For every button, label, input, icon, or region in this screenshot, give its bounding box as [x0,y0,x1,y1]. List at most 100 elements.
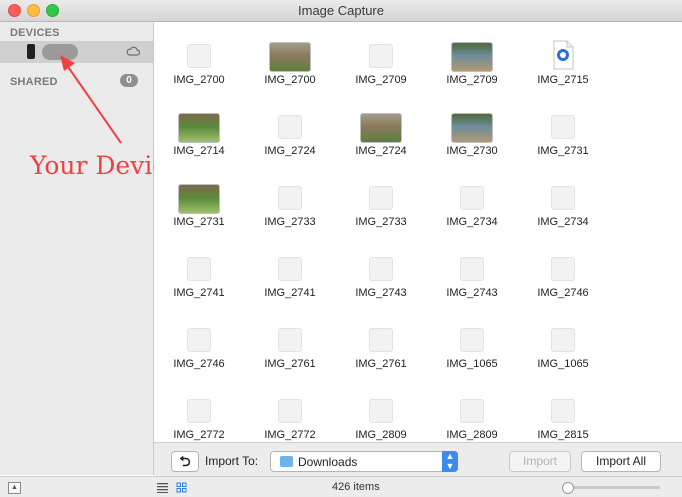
import-destination-select[interactable]: Downloads ▲ ▼ [270,451,458,472]
photo-grid: IMG_2700 IMG_2700 IMG_2709 IMG_2709 IMG_2715… [154,22,682,442]
photo-item[interactable]: IMG_2761 [245,324,335,390]
import-to-label: Import To: [205,454,259,468]
window-title: Image Capture [298,3,384,18]
photo-item[interactable]: IMG_2809 [336,395,426,442]
list-view-icon[interactable] [157,482,168,493]
eject-icon[interactable]: ▲ [8,482,21,494]
movie-file-icon [548,40,578,70]
photo-filename: IMG_2734 [537,216,589,228]
photo-item[interactable]: IMG_2746 [154,324,244,390]
import-button[interactable]: Import [509,451,571,472]
photo-filename: IMG_2741 [264,287,316,299]
chevron-up-down-icon[interactable]: ▲ ▼ [442,451,458,472]
photo-thumbnail [178,184,220,214]
photo-item[interactable]: IMG_2734 [518,182,608,248]
photo-filename: IMG_2700 [264,74,316,86]
photo-filename: IMG_2734 [446,216,498,228]
photo-item[interactable]: IMG_2734 [427,182,517,248]
photo-filename: IMG_2761 [264,358,316,370]
photo-thumbnail [451,42,493,72]
photo-filename: IMG_2772 [264,429,316,441]
import-toolbar: ⮌ Import To: Downloads ▲ ▼ Import Import … [154,442,682,476]
photo-item[interactable]: IMG_2724 [336,111,426,177]
thumbnail-placeholder [278,186,302,210]
photo-item[interactable]: IMG_2741 [154,253,244,319]
thumbnail-placeholder [187,399,211,423]
thumbnail-placeholder [551,186,575,210]
photo-item[interactable]: IMG_2714 [154,111,244,177]
photo-thumbnail [360,113,402,143]
devices-section-label: DEVICES [10,27,60,39]
import-destination-value: Downloads [298,455,358,469]
photo-item[interactable]: IMG_2730 [427,111,517,177]
photo-item[interactable]: IMG_2709 [336,40,426,106]
thumbnail-placeholder [369,44,393,68]
image-capture-window: Image Capture DEVICES SHARED 0 Your Devi… [0,0,682,497]
slider-knob[interactable] [562,482,574,494]
grid-view-icon[interactable] [176,482,187,493]
photo-filename: IMG_2709 [355,74,407,86]
thumbnail-placeholder [551,399,575,423]
photo-item[interactable]: IMG_2815 [518,395,608,442]
photo-item[interactable]: IMG_2772 [154,395,244,442]
title-bar: Image Capture [0,0,682,22]
photo-item[interactable]: IMG_2700 [245,40,335,106]
photo-filename: IMG_1065 [537,358,589,370]
photo-filename: IMG_2731 [537,145,589,157]
photo-item[interactable]: IMG_2743 [336,253,426,319]
photo-item[interactable]: IMG_2700 [154,40,244,106]
photo-item[interactable]: IMG_2761 [336,324,426,390]
photo-filename: IMG_2746 [173,358,225,370]
photo-filename: IMG_2731 [173,216,225,228]
shared-section-label: SHARED [10,76,58,88]
photo-thumbnail [451,113,493,143]
thumbnail-placeholder [278,115,302,139]
thumbnail-placeholder [278,399,302,423]
photo-filename: IMG_2743 [355,287,407,299]
thumbnail-placeholder [187,44,211,68]
thumbnail-size-slider[interactable] [562,482,660,494]
thumbnail-placeholder [278,328,302,352]
photo-thumbnail [178,113,220,143]
thumbnail-placeholder [278,257,302,281]
thumbnail-placeholder [551,257,575,281]
photo-filename: IMG_1065 [446,358,498,370]
thumbnail-placeholder [460,399,484,423]
iphone-icon [27,44,35,59]
photo-item[interactable]: IMG_2746 [518,253,608,319]
photo-item[interactable]: IMG_2741 [245,253,335,319]
photo-filename: IMG_2815 [537,429,589,441]
photo-item[interactable]: IMG_2733 [336,182,426,248]
photo-item[interactable]: IMG_1065 [518,324,608,390]
thumbnail-placeholder [369,399,393,423]
thumbnail-placeholder [460,186,484,210]
annotation-arrow [60,55,122,144]
photo-item[interactable]: IMG_2809 [427,395,517,442]
thumbnail-placeholder [460,257,484,281]
photo-item[interactable]: IMG_2715 [518,40,608,106]
thumbnail-placeholder [187,328,211,352]
photo-item[interactable]: IMG_1065 [427,324,517,390]
photo-filename: IMG_2733 [355,216,407,228]
thumbnail-placeholder [551,328,575,352]
import-all-button[interactable]: Import All [581,451,661,472]
photo-filename: IMG_2733 [264,216,316,228]
photo-filename: IMG_2809 [355,429,407,441]
photo-item[interactable]: IMG_2731 [518,111,608,177]
photo-filename: IMG_2809 [446,429,498,441]
photo-item[interactable]: IMG_2709 [427,40,517,106]
photo-item[interactable]: IMG_2731 [154,182,244,248]
rotate-left-button[interactable]: ⮌ [171,451,199,472]
photo-item[interactable]: IMG_2743 [427,253,517,319]
photo-item[interactable]: IMG_2733 [245,182,335,248]
thumbnail-placeholder [551,115,575,139]
photo-item[interactable]: IMG_2772 [245,395,335,442]
thumbnail-placeholder [460,328,484,352]
photo-filename: IMG_2714 [173,145,225,157]
photo-filename: IMG_2700 [173,74,225,86]
thumbnail-placeholder [369,328,393,352]
thumbnail-placeholder [187,257,211,281]
photo-filename: IMG_2724 [264,145,316,157]
photo-item[interactable]: IMG_2724 [245,111,335,177]
photo-filename: IMG_2743 [446,287,498,299]
